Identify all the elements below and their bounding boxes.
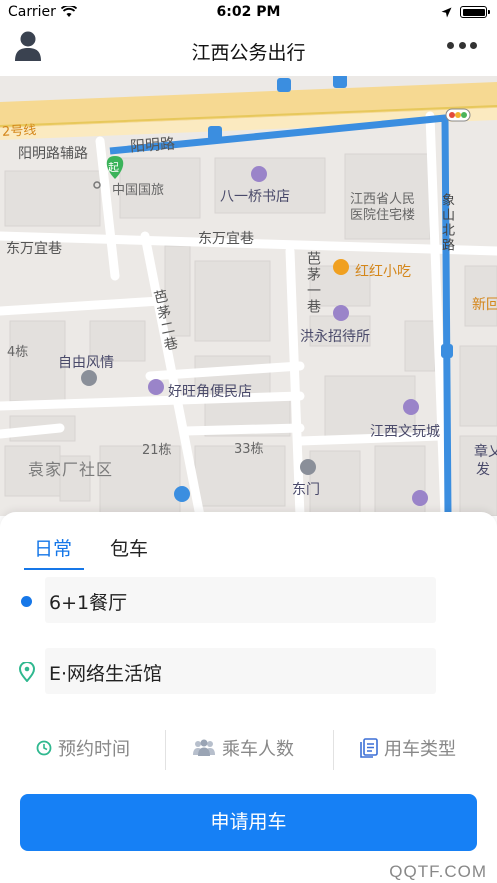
start-dot-icon xyxy=(21,596,32,607)
map-label-dongmen: 东门 xyxy=(292,482,320,498)
clock-icon xyxy=(36,740,52,756)
passenger-count-label: 乘车人数 xyxy=(222,739,294,760)
start-marker-label: 起 xyxy=(108,161,119,174)
page-title: 江西公务出行 xyxy=(191,42,306,64)
map-label-yangming-lu: 阳明路 xyxy=(129,134,176,156)
map-label-community: 袁家厂社区 xyxy=(28,460,114,479)
map-label-metro: 2号线 xyxy=(1,123,37,140)
map-label-xinhua: 新回 xyxy=(472,297,497,313)
end-location-field[interactable]: E·网络生活馆 xyxy=(45,648,436,694)
map-label-ziyou: 自由风情 xyxy=(58,355,114,371)
tab-daily[interactable]: 日常 xyxy=(34,534,72,561)
start-location-field[interactable]: 6+1餐厅 xyxy=(45,577,436,623)
status-bar: Carrier 6:02 PM xyxy=(0,0,497,26)
tab-charter[interactable]: 包车 xyxy=(110,534,148,561)
nav-bar: 江西公务出行 xyxy=(0,26,497,76)
status-right xyxy=(441,6,490,18)
vehicle-type-option[interactable]: 用车类型 xyxy=(360,726,456,770)
map-label-bamao-1: 芭茅一巷 xyxy=(305,251,321,315)
map-label-dongwan-mid: 东万宜巷 xyxy=(198,231,254,247)
map-label-dongwan-left: 东万宜巷 xyxy=(6,241,62,257)
map-label-building-33: 33栋 xyxy=(234,442,264,457)
booking-panel: 日常 包车 6+1餐厅 E·网络生活馆 预约时间 乘车人数 用车类型 申请用车 … xyxy=(0,512,497,883)
reserve-time-label: 预约时间 xyxy=(58,739,130,760)
location-arrow-icon xyxy=(441,7,452,17)
watermark-text: QQTF.COM xyxy=(389,862,487,881)
map-label-hongyong: 洪永招待所 xyxy=(300,329,370,345)
map-label-building-4: 4栋 xyxy=(7,345,29,360)
reserve-time-option[interactable]: 预约时间 xyxy=(36,726,130,770)
option-divider xyxy=(333,730,334,770)
apply-car-button[interactable]: 申请用车 xyxy=(20,794,477,851)
active-tab-indicator xyxy=(24,568,84,570)
map-label-zhangjia-1: 章乂 xyxy=(474,444,497,460)
passenger-count-option[interactable]: 乘车人数 xyxy=(192,726,294,770)
map-label-wenwancheng: 江西文玩城 xyxy=(370,424,440,440)
document-icon xyxy=(360,738,378,758)
map-view[interactable]: 2号线 阳明路辅路 阳明路 起 中国国旅 八一桥书店 江西省人民 医院住宅楼 东… xyxy=(0,76,497,516)
map-label-hospital-2: 医院住宅楼 xyxy=(350,208,416,223)
map-label-bookstore: 八一桥书店 xyxy=(220,189,290,205)
map-label-zhongguo-guolv: 中国国旅 xyxy=(112,183,165,198)
vehicle-type-label: 用车类型 xyxy=(384,739,456,760)
more-icon[interactable] xyxy=(447,36,477,54)
map-label-building-21: 21栋 xyxy=(142,443,172,458)
people-icon xyxy=(193,739,215,756)
map-pin-icon xyxy=(19,662,35,682)
map-label-road-east: 象山北路 xyxy=(439,193,454,253)
map-label-zhangjia-2: 发 xyxy=(476,462,490,478)
option-divider xyxy=(165,730,166,770)
status-time: 6:02 PM xyxy=(216,4,281,20)
map-label-honghong: 红红小吃 xyxy=(355,264,411,280)
map-label-yangming-fulu: 阳明路辅路 xyxy=(18,146,88,162)
map-label-haowangjiao: 好旺角便民店 xyxy=(168,384,252,400)
options-row: 预约时间 乘车人数 用车类型 xyxy=(0,726,497,770)
battery-icon xyxy=(460,6,490,18)
